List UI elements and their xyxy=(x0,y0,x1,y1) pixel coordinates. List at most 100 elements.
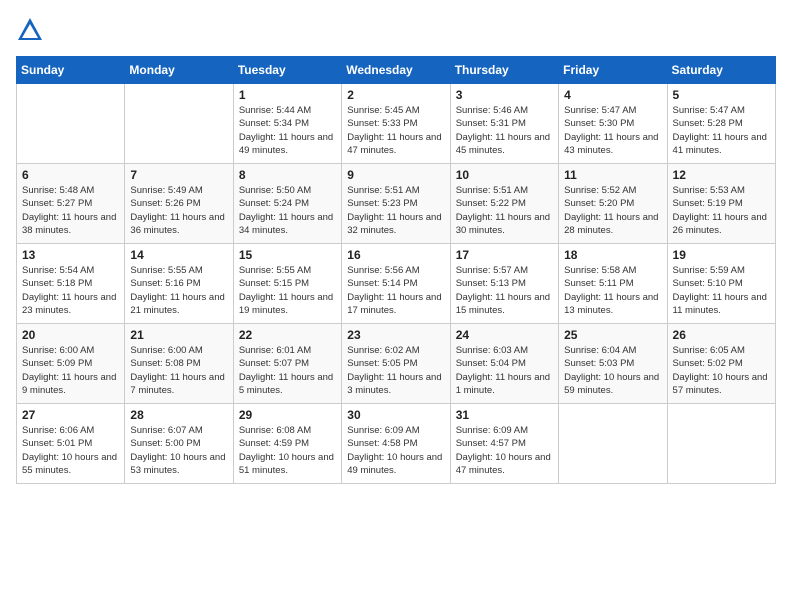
day-number: 1 xyxy=(239,88,336,102)
day-cell xyxy=(125,84,233,164)
day-info: Sunrise: 6:00 AM Sunset: 5:08 PM Dayligh… xyxy=(130,344,227,397)
week-row-4: 20 Sunrise: 6:00 AM Sunset: 5:09 PM Dayli… xyxy=(17,324,776,404)
day-info: Sunrise: 5:44 AM Sunset: 5:34 PM Dayligh… xyxy=(239,104,336,157)
weekday-header-wednesday: Wednesday xyxy=(342,57,450,84)
day-number: 12 xyxy=(673,168,770,182)
day-info: Sunrise: 5:47 AM Sunset: 5:28 PM Dayligh… xyxy=(673,104,770,157)
day-cell: 21 Sunrise: 6:00 AM Sunset: 5:08 PM Dayli… xyxy=(125,324,233,404)
day-number: 10 xyxy=(456,168,553,182)
week-row-1: 1 Sunrise: 5:44 AM Sunset: 5:34 PM Daylig… xyxy=(17,84,776,164)
weekday-header-sunday: Sunday xyxy=(17,57,125,84)
day-number: 11 xyxy=(564,168,661,182)
day-info: Sunrise: 5:51 AM Sunset: 5:22 PM Dayligh… xyxy=(456,184,553,237)
day-cell: 3Sunrise: 5:46 AM Sunset: 5:31 PM Daylig… xyxy=(450,84,558,164)
day-info: Sunrise: 5:59 AM Sunset: 5:10 PM Dayligh… xyxy=(673,264,770,317)
day-cell xyxy=(667,404,775,484)
day-info: Sunrise: 5:48 AM Sunset: 5:27 PM Dayligh… xyxy=(22,184,119,237)
day-cell xyxy=(559,404,667,484)
day-info: Sunrise: 6:03 AM Sunset: 5:04 PM Dayligh… xyxy=(456,344,553,397)
weekday-header-saturday: Saturday xyxy=(667,57,775,84)
day-cell: 18 Sunrise: 5:58 AM Sunset: 5:11 PM Dayli… xyxy=(559,244,667,324)
day-number: 19 xyxy=(673,248,770,262)
day-number: 17 xyxy=(456,248,553,262)
weekday-header-thursday: Thursday xyxy=(450,57,558,84)
day-number: 25 xyxy=(564,328,661,342)
day-cell: 10 Sunrise: 5:51 AM Sunset: 5:22 PM Dayli… xyxy=(450,164,558,244)
day-number: 20 xyxy=(22,328,119,342)
day-number: 29 xyxy=(239,408,336,422)
day-cell: 20 Sunrise: 6:00 AM Sunset: 5:09 PM Dayli… xyxy=(17,324,125,404)
day-info: Sunrise: 5:50 AM Sunset: 5:24 PM Dayligh… xyxy=(239,184,336,237)
day-number: 27 xyxy=(22,408,119,422)
day-cell: 5 Sunrise: 5:47 AM Sunset: 5:28 PM Daylig… xyxy=(667,84,775,164)
day-info: Sunrise: 6:09 AM Sunset: 4:57 PM Dayligh… xyxy=(456,424,553,477)
day-number: 22 xyxy=(239,328,336,342)
day-number: 28 xyxy=(130,408,227,422)
day-info: Sunrise: 5:54 AM Sunset: 5:18 PM Dayligh… xyxy=(22,264,119,317)
day-cell: 31 Sunrise: 6:09 AM Sunset: 4:57 PM Dayli… xyxy=(450,404,558,484)
day-cell: 8 Sunrise: 5:50 AM Sunset: 5:24 PM Daylig… xyxy=(233,164,341,244)
day-number: 24 xyxy=(456,328,553,342)
day-number: 6 xyxy=(22,168,119,182)
week-row-2: 6 Sunrise: 5:48 AM Sunset: 5:27 PM Daylig… xyxy=(17,164,776,244)
day-info: Sunrise: 6:05 AM Sunset: 5:02 PM Dayligh… xyxy=(673,344,770,397)
day-info: Sunrise: 6:06 AM Sunset: 5:01 PM Dayligh… xyxy=(22,424,119,477)
day-number: 8 xyxy=(239,168,336,182)
day-info: Sunrise: 6:09 AM Sunset: 4:58 PM Dayligh… xyxy=(347,424,444,477)
day-number: 13 xyxy=(22,248,119,262)
day-cell: 12 Sunrise: 5:53 AM Sunset: 5:19 PM Dayli… xyxy=(667,164,775,244)
day-number: 18 xyxy=(564,248,661,262)
day-info: Sunrise: 5:58 AM Sunset: 5:11 PM Dayligh… xyxy=(564,264,661,317)
day-number: 31 xyxy=(456,408,553,422)
day-number: 21 xyxy=(130,328,227,342)
day-number: 5 xyxy=(673,88,770,102)
day-number: 7 xyxy=(130,168,227,182)
day-cell: 6 Sunrise: 5:48 AM Sunset: 5:27 PM Daylig… xyxy=(17,164,125,244)
day-number: 14 xyxy=(130,248,227,262)
weekday-header-monday: Monday xyxy=(125,57,233,84)
day-info: Sunrise: 6:01 AM Sunset: 5:07 PM Dayligh… xyxy=(239,344,336,397)
day-number: 2 xyxy=(347,88,444,102)
day-cell: 17 Sunrise: 5:57 AM Sunset: 5:13 PM Dayli… xyxy=(450,244,558,324)
day-cell: 28 Sunrise: 6:07 AM Sunset: 5:00 PM Dayli… xyxy=(125,404,233,484)
day-cell: 1 Sunrise: 5:44 AM Sunset: 5:34 PM Daylig… xyxy=(233,84,341,164)
day-cell: 11Sunrise: 5:52 AM Sunset: 5:20 PM Dayli… xyxy=(559,164,667,244)
day-cell: 30 Sunrise: 6:09 AM Sunset: 4:58 PM Dayli… xyxy=(342,404,450,484)
day-info: Sunrise: 5:45 AM Sunset: 5:33 PM Dayligh… xyxy=(347,104,444,157)
day-info: Sunrise: 5:53 AM Sunset: 5:19 PM Dayligh… xyxy=(673,184,770,237)
day-info: Sunrise: 6:00 AM Sunset: 5:09 PM Dayligh… xyxy=(22,344,119,397)
weekday-header-tuesday: Tuesday xyxy=(233,57,341,84)
logo-icon xyxy=(16,16,44,44)
day-cell: 7 Sunrise: 5:49 AM Sunset: 5:26 PM Daylig… xyxy=(125,164,233,244)
day-info: Sunrise: 5:49 AM Sunset: 5:26 PM Dayligh… xyxy=(130,184,227,237)
day-info: Sunrise: 5:56 AM Sunset: 5:14 PM Dayligh… xyxy=(347,264,444,317)
weekday-header-friday: Friday xyxy=(559,57,667,84)
day-cell: 14 Sunrise: 5:55 AM Sunset: 5:16 PM Dayli… xyxy=(125,244,233,324)
day-number: 30 xyxy=(347,408,444,422)
day-cell: 2 Sunrise: 5:45 AM Sunset: 5:33 PM Daylig… xyxy=(342,84,450,164)
day-number: 26 xyxy=(673,328,770,342)
day-cell: 16Sunrise: 5:56 AM Sunset: 5:14 PM Dayli… xyxy=(342,244,450,324)
calendar-table: SundayMondayTuesdayWednesdayThursdayFrid… xyxy=(16,56,776,484)
day-cell: 27 Sunrise: 6:06 AM Sunset: 5:01 PM Dayli… xyxy=(17,404,125,484)
logo xyxy=(16,16,48,44)
week-row-3: 13 Sunrise: 5:54 AM Sunset: 5:18 PM Dayli… xyxy=(17,244,776,324)
day-info: Sunrise: 5:57 AM Sunset: 5:13 PM Dayligh… xyxy=(456,264,553,317)
day-cell: 13 Sunrise: 5:54 AM Sunset: 5:18 PM Dayli… xyxy=(17,244,125,324)
day-info: Sunrise: 5:46 AM Sunset: 5:31 PM Dayligh… xyxy=(456,104,553,157)
day-cell: 4Sunrise: 5:47 AM Sunset: 5:30 PM Daylig… xyxy=(559,84,667,164)
day-cell: 25 Sunrise: 6:04 AM Sunset: 5:03 PM Dayli… xyxy=(559,324,667,404)
day-number: 9 xyxy=(347,168,444,182)
day-cell: 29Sunrise: 6:08 AM Sunset: 4:59 PM Dayli… xyxy=(233,404,341,484)
day-info: Sunrise: 5:55 AM Sunset: 5:16 PM Dayligh… xyxy=(130,264,227,317)
day-cell xyxy=(17,84,125,164)
day-number: 15 xyxy=(239,248,336,262)
day-cell: 22 Sunrise: 6:01 AM Sunset: 5:07 PM Dayli… xyxy=(233,324,341,404)
page-header xyxy=(16,16,776,44)
day-cell: 23Sunrise: 6:02 AM Sunset: 5:05 PM Dayli… xyxy=(342,324,450,404)
day-info: Sunrise: 6:04 AM Sunset: 5:03 PM Dayligh… xyxy=(564,344,661,397)
day-info: Sunrise: 6:07 AM Sunset: 5:00 PM Dayligh… xyxy=(130,424,227,477)
day-cell: 26 Sunrise: 6:05 AM Sunset: 5:02 PM Dayli… xyxy=(667,324,775,404)
day-info: Sunrise: 5:55 AM Sunset: 5:15 PM Dayligh… xyxy=(239,264,336,317)
day-cell: 24 Sunrise: 6:03 AM Sunset: 5:04 PM Dayli… xyxy=(450,324,558,404)
